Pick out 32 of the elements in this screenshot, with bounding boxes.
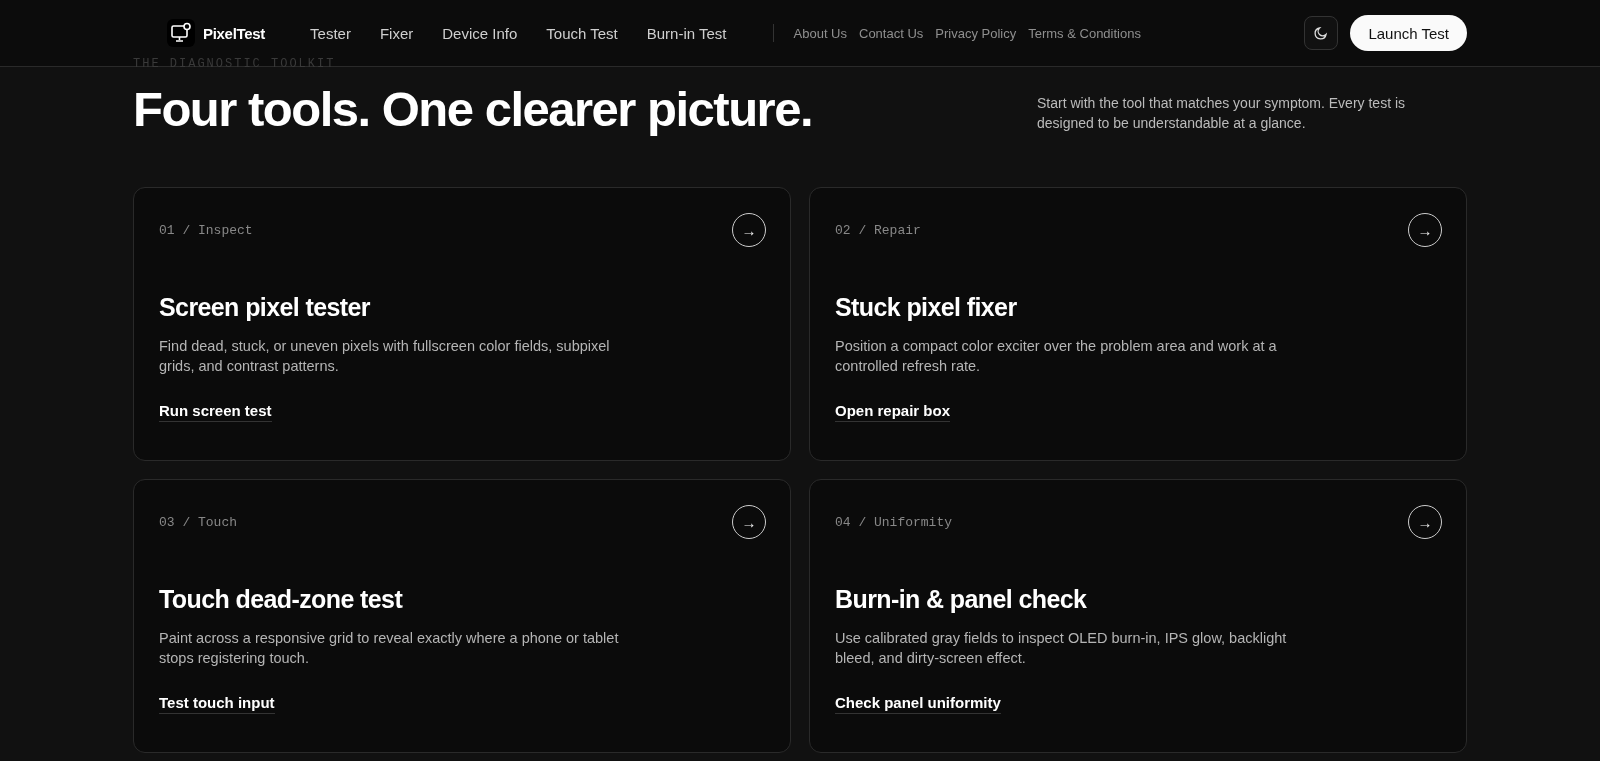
tool-title: Stuck pixel fixer — [835, 293, 1017, 322]
page-heading: Four tools. One clearer picture. — [133, 81, 812, 138]
tool-description: Use calibrated gray fields to inspect OLED burn-in, IPS glow, backlight bleed, and dirty-screen effect. — [835, 629, 1288, 668]
tool-title: Touch dead-zone test — [159, 585, 403, 614]
theme-toggle-button[interactable] — [1304, 16, 1339, 50]
tool-link[interactable]: Check panel uniformity — [835, 694, 1001, 714]
tool-title: Burn-in & panel check — [835, 585, 1087, 614]
tool-link[interactable]: Open repair box — [835, 402, 951, 422]
tool-description: Position a compact color exciter over the problem area and work at a controlled refresh rate. — [835, 337, 1278, 376]
tool-description: Find dead, stuck, or uneven pixels with fullscreen color fields, subpixel grids, and contrast patterns. — [159, 337, 611, 376]
nav-link[interactable]: Device Info — [442, 24, 518, 42]
tool-label: 03 / Touch — [159, 514, 237, 530]
monitor-logo-icon[interactable] — [167, 19, 195, 47]
nav-link[interactable]: Fixer — [379, 24, 414, 42]
nav-link[interactable]: Touch Test — [546, 24, 618, 42]
intro-description: Start with the tool that matches your symptom. Every test is designed to be understandable at a glance. — [1037, 94, 1407, 133]
secondary-nav-link[interactable]: About Us — [793, 25, 847, 41]
tool-link[interactable]: Test touch input — [159, 694, 275, 714]
nav-link[interactable]: Burn-in Test — [646, 24, 727, 42]
secondary-nav-link[interactable]: Privacy Policy — [935, 25, 1017, 41]
tool-label: 02 / Repair — [835, 222, 921, 238]
moon-icon — [1313, 25, 1330, 41]
tool-label: 01 / Inspect — [159, 222, 253, 238]
launch-test-button[interactable]: Launch Test — [1350, 15, 1467, 51]
secondary-nav-link[interactable]: Contact Us — [859, 25, 924, 41]
brand-name[interactable]: PixelTest — [203, 24, 266, 42]
tool-link[interactable]: Run screen test — [159, 402, 272, 422]
tool-label: 04 / Uniformity — [835, 514, 953, 530]
secondary-nav-link[interactable]: Terms & Conditions — [1028, 25, 1141, 41]
nav-link[interactable]: Tester — [310, 24, 351, 42]
tool-description: Paint across a responsive grid to reveal exactly where a phone or tablet stops registering touch. — [159, 629, 620, 668]
tool-title: Screen pixel tester — [159, 293, 370, 322]
